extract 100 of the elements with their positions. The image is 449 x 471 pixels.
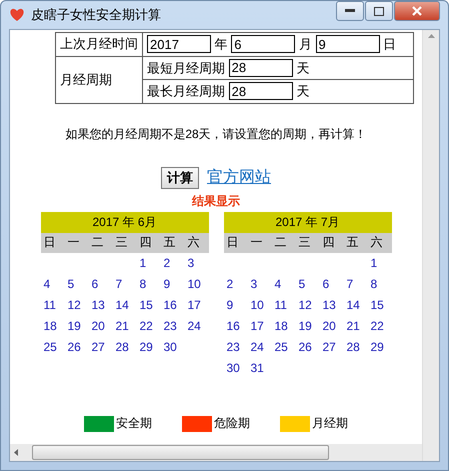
calendar-day: 25 (272, 340, 296, 354)
calendar-day: 5 (296, 277, 320, 291)
calendar-day: 30 (160, 340, 184, 354)
calendar-day: 25 (40, 340, 64, 354)
calendar-day: 11 (40, 298, 64, 312)
horizontal-scrollbar[interactable] (10, 444, 422, 461)
calendar-day: 20 (88, 319, 112, 333)
minimize-icon (345, 9, 355, 13)
date-field[interactable]: 2017 (147, 35, 211, 53)
calendar-day: 29 (136, 340, 160, 354)
calendar-day: 1 (368, 256, 392, 270)
weekday-label: 六 (186, 234, 200, 251)
calendar-day: 15 (368, 298, 392, 312)
calendar-day: 23 (160, 319, 184, 333)
form-label: 上次月经时间 (56, 32, 142, 56)
legend-label: 月经期 (312, 415, 348, 432)
calendar-day: 26 (296, 340, 320, 354)
calendar-day: 6 (88, 277, 112, 291)
weekday-label: 三 (298, 234, 312, 251)
calendar-day: 20 (320, 319, 344, 333)
weekday-label: 一 (66, 234, 80, 251)
calendar-day: 10 (248, 298, 272, 312)
calendar-day: 14 (344, 298, 368, 312)
legend-label: 安全期 (116, 415, 152, 432)
calendar-day: 18 (272, 319, 296, 333)
calendar-day: 8 (136, 277, 160, 291)
cycle-field[interactable]: 28 (228, 82, 293, 100)
weekday-label: 六 (370, 234, 384, 251)
unit-label: 天 (296, 60, 310, 75)
calendar-day: 17 (184, 298, 208, 312)
form-label: 最长月经周期 (147, 84, 225, 98)
calendar-day: 7 (112, 277, 136, 291)
calendar-day: 1 (136, 256, 160, 270)
calendar-day: 30 (224, 361, 248, 375)
calendar-day: 16 (160, 298, 184, 312)
scroll-left-icon[interactable] (14, 449, 18, 456)
unit-label: 天 (296, 84, 310, 98)
form-label: 月经周期 (56, 56, 142, 103)
heart-icon (9, 8, 25, 22)
weekday-label: 日 (226, 234, 240, 251)
calendar-day: 19 (64, 319, 88, 333)
unit-label: 月 (298, 36, 312, 52)
weekday-label: 五 (346, 234, 360, 251)
weekday-label: 二 (90, 234, 104, 251)
calendar-day: 3 (248, 277, 272, 291)
calculate-button[interactable]: 计算 (161, 166, 199, 188)
weekday-label: 四 (138, 234, 152, 251)
calendar-day: 18 (40, 319, 64, 333)
calendar-day: 17 (248, 319, 272, 333)
calendar-day: 3 (184, 256, 208, 270)
month-header: 2017 年 7月 (224, 212, 392, 232)
calendar-day: 8 (368, 277, 392, 291)
close-icon (412, 6, 422, 16)
calendar-day: 24 (248, 340, 272, 354)
calendar-day: 12 (296, 298, 320, 312)
weekday-label: 三 (114, 234, 128, 251)
calendar-day: 13 (88, 298, 112, 312)
calendar-day: 23 (224, 340, 248, 354)
calendar-day: 6 (320, 277, 344, 291)
maximize-icon (374, 6, 384, 16)
calendar-day: 24 (184, 319, 208, 333)
calendar-day: 13 (320, 298, 344, 312)
result-title: 结果显示 (192, 192, 240, 210)
vertical-scrollbar[interactable] (422, 30, 439, 461)
calendar-day: 27 (320, 340, 344, 354)
calendar-day: 28 (112, 340, 136, 354)
calendar-day: 16 (224, 319, 248, 333)
weekday-label: 日 (42, 234, 56, 251)
calendar-day: 22 (368, 319, 392, 333)
form-label: 最短月经周期 (147, 60, 225, 75)
date-field[interactable]: 9 (316, 35, 380, 53)
date-field[interactable]: 6 (231, 35, 296, 53)
calendar-day: 2 (160, 256, 184, 270)
weekday-label: 四 (322, 234, 336, 251)
calendar-day: 11 (272, 298, 296, 312)
window-title: 皮瞎子女性安全期计算 (31, 6, 162, 24)
calendar-day: 26 (64, 340, 88, 354)
calendar-day: 4 (272, 277, 296, 291)
legend-label: 危险期 (214, 415, 250, 432)
calendar-day: 21 (344, 319, 368, 333)
unit-label: 日 (383, 36, 396, 52)
calendar-day: 9 (160, 277, 184, 291)
cycle-field[interactable]: 28 (228, 58, 293, 76)
calendar-day: 31 (248, 361, 272, 375)
weekday-label: 一 (250, 234, 264, 251)
calendar-day: 7 (344, 277, 368, 291)
calendar-day: 2 (224, 277, 248, 291)
minimize-button[interactable] (336, 1, 364, 21)
weekday-label: 二 (274, 234, 288, 251)
calendar-day: 22 (136, 319, 160, 333)
close-button[interactable] (394, 1, 440, 21)
maximize-button[interactable] (365, 1, 393, 21)
calendar-day: 15 (136, 298, 160, 312)
calendar-day: 14 (112, 298, 136, 312)
calendar-day: 4 (40, 277, 64, 291)
calendar-day: 27 (88, 340, 112, 354)
calendar-day: 9 (224, 298, 248, 312)
calendar-day: 29 (368, 340, 392, 354)
website-link[interactable]: 官方网站 (207, 167, 271, 188)
calendar-day: 12 (64, 298, 88, 312)
